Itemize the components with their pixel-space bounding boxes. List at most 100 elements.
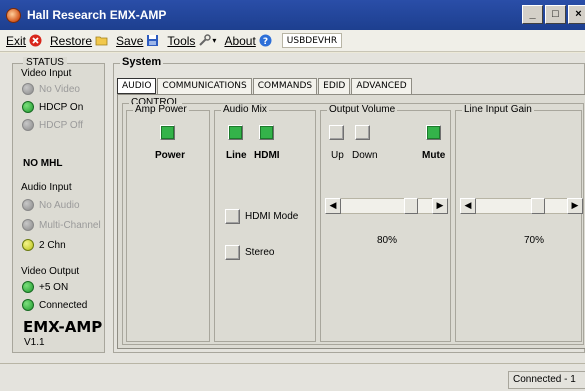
power-button[interactable]	[160, 125, 175, 140]
menu-restore[interactable]: Restore	[50, 34, 108, 48]
tools-icon	[199, 34, 212, 46]
svg-text:?: ?	[263, 37, 268, 47]
save-icon	[147, 35, 159, 46]
led-label: HDCP Off	[39, 119, 84, 131]
status-no-video: No Video	[22, 83, 80, 95]
status-panel: STATUS Video Input No Video HDCP On HDCP…	[12, 57, 105, 353]
output-volume-value: 80%	[377, 235, 398, 246]
volume-down-button[interactable]	[355, 125, 370, 140]
power-label: Power	[155, 150, 186, 161]
status-5v-on: +5 ON	[22, 281, 68, 293]
control-group: CONTROL Amp Power Power Audio Mix Line H…	[122, 97, 584, 345]
menu-exit-label: Exit	[6, 33, 27, 48]
tab-bar: AUDIO COMMUNICATIONS COMMANDS EDID ADVAN…	[117, 78, 413, 94]
line-label: Line	[226, 150, 247, 161]
led-label: +5 ON	[39, 281, 69, 293]
amp-power-title: Amp Power	[133, 104, 189, 115]
led-indicator	[22, 199, 34, 211]
video-input-label: Video Input	[21, 68, 72, 79]
menu-about-label: About	[224, 33, 256, 48]
output-volume-panel: Output Volume Up Down Mute ◀ ▶ 80%	[320, 104, 451, 342]
led-indicator	[22, 119, 34, 131]
line-input-gain-panel: Line Input Gain ◀ ▶ 70%	[455, 104, 583, 342]
led-label: 2 Chn	[39, 239, 66, 251]
chevron-down-icon: ▾	[212, 36, 217, 45]
title-bar: Hall Research EMX-AMP _ □ ×	[0, 0, 585, 30]
system-panel: System AUDIO COMMUNICATIONS COMMANDS EDI…	[113, 56, 585, 353]
led-indicator	[22, 83, 34, 95]
audio-input-label: Audio Input	[21, 182, 72, 193]
status-hdcp-on: HDCP On	[22, 101, 83, 113]
line-button[interactable]	[228, 125, 243, 140]
hdmi-label: HDMI	[254, 150, 280, 161]
mhl-status: NO MHL	[23, 158, 63, 169]
tab-commands[interactable]: COMMANDS	[252, 78, 318, 94]
led-label: Connected	[39, 299, 88, 311]
window-controls: _ □ ×	[522, 5, 585, 24]
hdmi-mode-label: HDMI Mode	[245, 211, 299, 222]
hdmi-button[interactable]	[259, 125, 274, 140]
output-volume-slider[interactable]: ◀ ▶	[325, 198, 448, 214]
audio-mix-title: Audio Mix	[221, 104, 269, 115]
led-indicator	[22, 299, 34, 311]
scroll-right-icon[interactable]: ▶	[567, 198, 583, 214]
status-title: STATUS	[23, 57, 67, 68]
scroll-right-icon[interactable]: ▶	[432, 198, 448, 214]
minimize-button[interactable]: _	[522, 5, 543, 24]
led-indicator	[22, 219, 34, 231]
menu-save[interactable]: Save	[116, 34, 159, 48]
menu-save-label: Save	[116, 33, 144, 48]
tab-edid[interactable]: EDID	[318, 78, 351, 94]
line-input-gain-slider[interactable]: ◀ ▶	[460, 198, 583, 214]
mute-label: Mute	[422, 150, 446, 161]
tab-communications[interactable]: COMMUNICATIONS	[157, 78, 252, 94]
line-input-gain-title: Line Input Gain	[462, 104, 534, 115]
window-title: Hall Research EMX-AMP	[27, 8, 167, 22]
led-label: Multi-Channel	[39, 219, 101, 231]
app-icon	[6, 7, 21, 23]
folder-icon	[95, 36, 108, 46]
mute-button[interactable]	[426, 125, 441, 140]
down-label: Down	[352, 150, 378, 161]
slider-thumb[interactable]	[404, 198, 419, 214]
audio-mix-panel: Audio Mix Line HDMI HDMI Mode Stereo	[214, 104, 316, 342]
output-volume-title: Output Volume	[327, 104, 398, 115]
tab-advanced[interactable]: ADVANCED	[351, 78, 412, 94]
led-label: HDCP On	[39, 101, 84, 113]
stereo-button[interactable]	[225, 245, 240, 260]
tab-audio[interactable]: AUDIO	[117, 78, 157, 94]
close-button[interactable]: ×	[568, 5, 585, 24]
version-label: V1.1	[24, 337, 45, 348]
volume-up-button[interactable]	[329, 125, 344, 140]
amp-power-panel: Amp Power Power	[126, 104, 210, 342]
help-icon: ?	[259, 34, 272, 47]
led-label: No Audio	[39, 199, 80, 211]
brand-name: EMX-AMP	[23, 318, 103, 336]
scroll-left-icon[interactable]: ◀	[325, 198, 341, 214]
status-multi-channel: Multi-Channel	[22, 219, 101, 231]
connection-status: Connected - 1	[508, 371, 585, 389]
scroll-left-icon[interactable]: ◀	[460, 198, 476, 214]
line-input-gain-value: 70%	[524, 235, 545, 246]
status-connected: Connected	[22, 299, 87, 311]
status-bar: Connected - 1	[0, 363, 585, 391]
led-label: No Video	[39, 83, 80, 95]
menu-bar: Exit Restore Save Tools ▾ About ? USBDEV…	[0, 30, 585, 52]
status-no-audio: No Audio	[22, 199, 80, 211]
menu-about[interactable]: About ?	[224, 33, 272, 48]
led-indicator	[22, 239, 34, 251]
hdmi-mode-button[interactable]	[225, 209, 240, 224]
exit-icon	[29, 34, 42, 47]
status-2-chn: 2 Chn	[22, 239, 66, 251]
up-label: Up	[331, 150, 344, 161]
maximize-button[interactable]: □	[545, 5, 566, 24]
menu-exit[interactable]: Exit	[6, 34, 42, 48]
menu-tools[interactable]: Tools ▾	[167, 34, 216, 48]
status-hdcp-off: HDCP Off	[22, 119, 83, 131]
video-output-label: Video Output	[21, 266, 80, 277]
slider-thumb[interactable]	[531, 198, 546, 214]
led-indicator	[22, 281, 34, 293]
menu-restore-label: Restore	[50, 33, 93, 48]
menu-tools-label: Tools	[167, 33, 196, 48]
system-title: System	[120, 56, 164, 68]
